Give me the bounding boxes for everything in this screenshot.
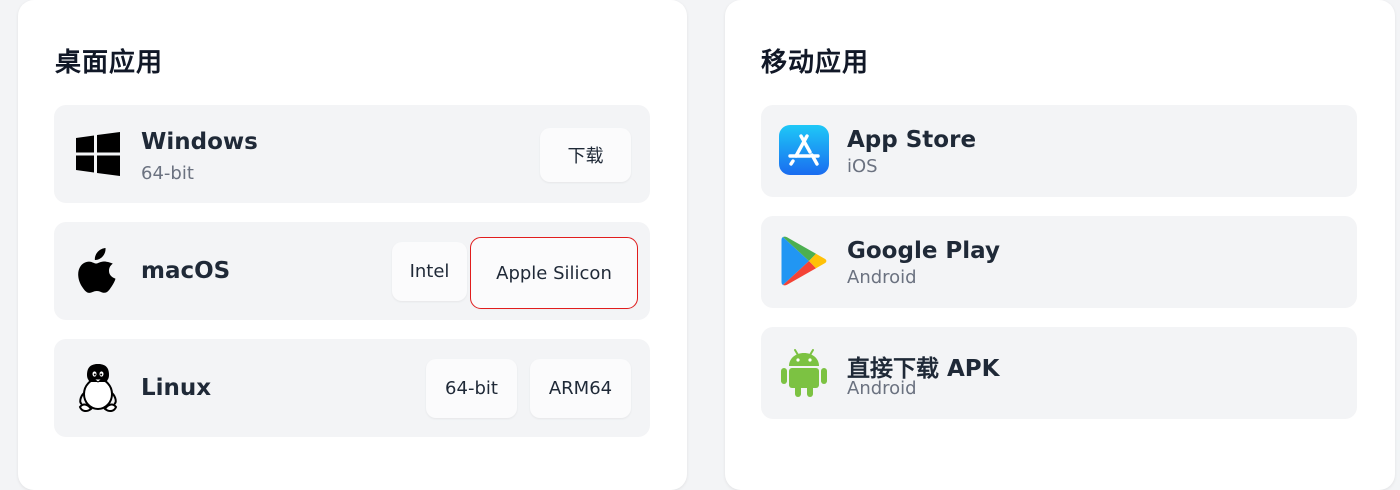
android-icon (779, 347, 829, 397)
macos-row: macOS Intel Apple Silicon (54, 222, 650, 320)
macos-title: macOS (141, 258, 231, 284)
desktop-apps-title: 桌面应用 (55, 48, 164, 78)
app-store-icon (779, 125, 829, 175)
windows-icon (74, 130, 122, 178)
apk-download-subtitle: Android (847, 378, 917, 399)
google-play-subtitle: Android (847, 267, 917, 288)
apple-icon (74, 247, 122, 295)
app-store-title: App Store (847, 127, 977, 153)
google-play-row[interactable]: Google Play Android (761, 216, 1357, 308)
windows-row: Windows 64-bit 下载 (54, 105, 650, 203)
google-play-icon (779, 236, 829, 286)
app-store-subtitle: iOS (847, 156, 878, 177)
apk-download-row[interactable]: 直接下载 APK Android (761, 327, 1357, 419)
linux-64bit-button[interactable]: 64-bit (426, 359, 517, 418)
linux-title: Linux (141, 375, 212, 401)
app-store-row[interactable]: App Store iOS (761, 105, 1357, 197)
desktop-apps-panel: 桌面应用 Windows 64-bit 下载 macOS Intel Apple… (18, 0, 687, 490)
linux-arm64-button[interactable]: ARM64 (530, 359, 631, 418)
mobile-apps-title: 移动应用 (761, 48, 870, 78)
windows-download-button[interactable]: 下载 (540, 128, 631, 182)
macos-intel-button[interactable]: Intel (392, 242, 467, 301)
macos-apple-silicon-button[interactable]: Apple Silicon (470, 237, 638, 309)
windows-subtitle: 64-bit (141, 163, 194, 184)
google-play-title: Google Play (847, 238, 1000, 264)
mobile-apps-panel: 移动应用 App Store iOS Google Play Android 直… (725, 0, 1395, 490)
windows-title: Windows (141, 129, 258, 155)
linux-row: Linux 64-bit ARM64 (54, 339, 650, 437)
linux-tux-icon (74, 364, 122, 413)
